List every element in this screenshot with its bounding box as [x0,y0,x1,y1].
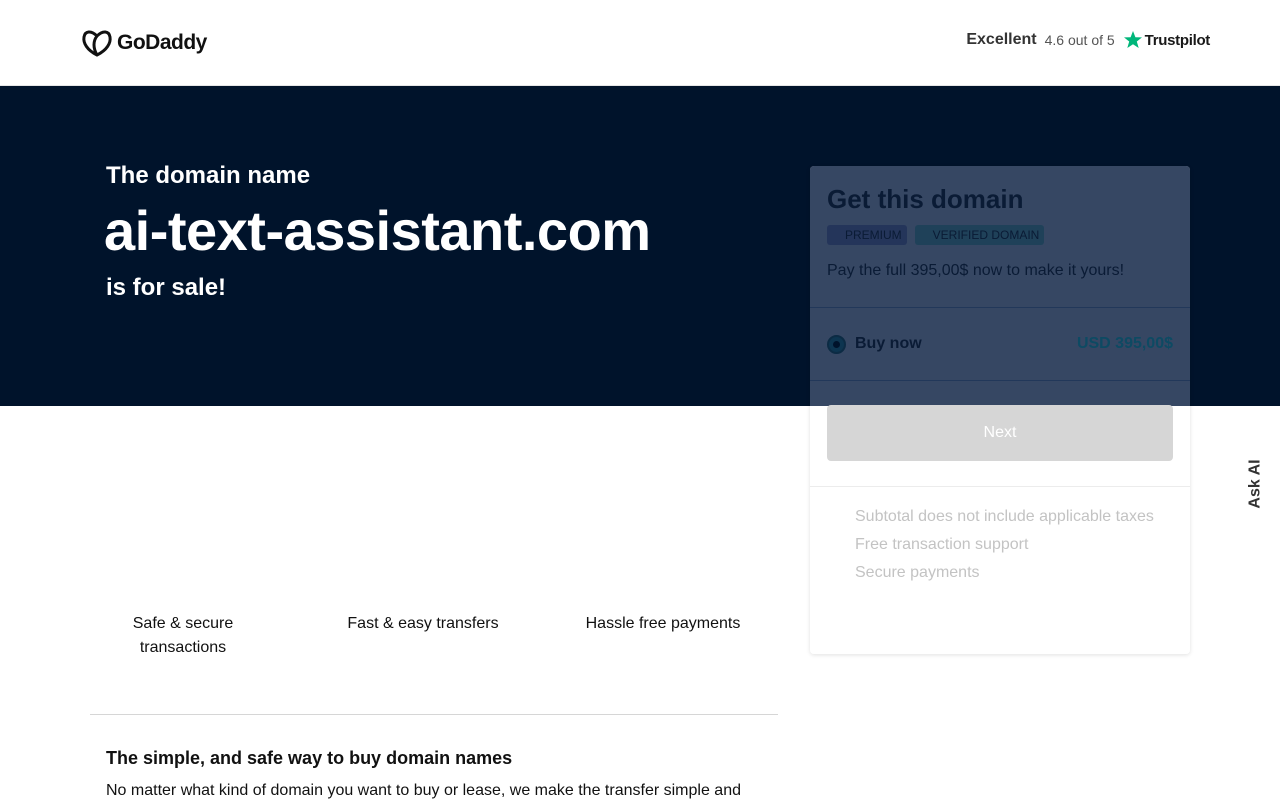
price-description: Pay the full 395,00$ now to make it your… [827,262,1125,279]
features-row: Safe & secure transactions Fast & easy t… [90,612,778,668]
section-text: No matter what kind of domain you want t… [106,782,741,799]
premium-badge: PREMIUM [827,225,907,245]
godaddy-mark-icon [82,30,112,57]
godaddy-logo[interactable]: GoDaddy [81,28,207,58]
card-divider [810,380,1190,381]
ask-ai-button[interactable]: Ask AI [1244,458,1268,510]
feature-fast-transfers: Fast & easy transfers [347,615,499,632]
logo-text: GoDaddy [117,31,207,54]
purchase-card: Get this domain PREMIUM VERIFIED DOMAIN … [810,166,1190,654]
card-title: Get this domain [827,184,1024,214]
section-divider [90,714,778,715]
next-button[interactable]: Next [827,405,1173,461]
trustpilot-brand-text: Trustpilot [1144,31,1211,49]
verified-domain-badge: VERIFIED DOMAIN [914,225,1045,245]
feature-hassle-free: Hassle free payments [585,615,741,632]
buy-now-option[interactable]: Buy now USD 395,00$ [827,334,1173,354]
buy-now-price: USD 395,00$ [1076,335,1173,352]
hero-sale-text: is for sale! [106,274,227,301]
site-header: GoDaddy Excellent 4.6 out of 5 Trustpilo… [0,0,1280,86]
perks-list: Subtotal does not include applicable tax… [855,507,1154,591]
hero-kicker: The domain name [106,162,311,189]
perk-item: Free transaction support [855,536,1029,553]
buy-now-radio[interactable] [827,334,846,354]
perk-item: Secure payments [855,564,980,581]
card-divider [810,307,1190,308]
section-title: The simple, and safe way to buy domain n… [106,748,513,768]
trustpilot-rating[interactable]: Excellent 4.6 out of 5 Trustpilot [966,30,1210,50]
feature-safe-secure: Safe & secure transactions [132,615,234,656]
trustpilot-star-icon [1123,31,1142,48]
buy-now-label: Buy now [855,335,922,352]
perk-item: Subtotal does not include applicable tax… [855,508,1154,525]
rating-score: 4.6 out of 5 [1044,32,1115,48]
rating-label: Excellent [966,31,1037,48]
trustpilot-brand: Trustpilot [1123,30,1210,50]
ask-ai-label: Ask AI [1247,459,1265,509]
badge-row: PREMIUM VERIFIED DOMAIN [827,225,1045,245]
domain-name: ai-text-assistant.com [104,199,651,262]
card-divider [810,486,1190,487]
